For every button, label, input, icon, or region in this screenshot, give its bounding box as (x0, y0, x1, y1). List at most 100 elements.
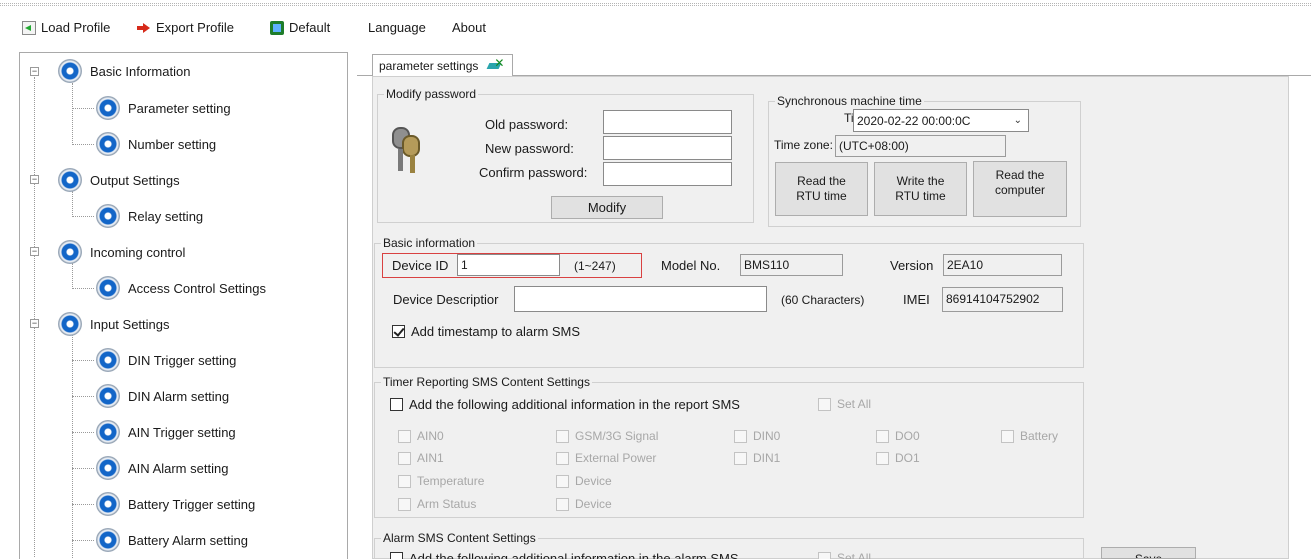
write-rtu-time-button[interactable]: Write the RTU time (874, 162, 967, 216)
tree-item-incoming-control[interactable]: Incoming control (58, 234, 185, 270)
tree-item-access-control-settings[interactable]: Access Control Settings (96, 270, 266, 306)
device-id-input[interactable]: 1 (457, 254, 560, 276)
tree-item-parameter-setting[interactable]: Parameter setting (96, 90, 231, 126)
tree-item-output-settings[interactable]: Output Settings (58, 162, 180, 198)
checkbox-icon (876, 429, 889, 443)
gear-icon (96, 384, 120, 408)
checkbox-icon (818, 551, 831, 559)
tree-collapse-icon[interactable]: − (30, 67, 39, 76)
model-label: Model No. (661, 258, 721, 273)
read-rtu-time-button[interactable]: Read the RTU time (775, 162, 868, 216)
tree-item-ain-alarm-setting[interactable]: AIN Alarm setting (96, 450, 228, 486)
load-profile-button[interactable]: Load Profile (22, 18, 110, 38)
option-checkbox: Temperature (398, 474, 484, 488)
tree-item-label: Access Control Settings (128, 280, 267, 296)
close-tab-icon[interactable] (486, 56, 506, 73)
checkbox-label: Add timestamp to alarm SMS (411, 324, 581, 339)
tree-collapse-icon[interactable]: − (30, 319, 39, 328)
tree-item-ain-trigger-setting[interactable]: AIN Trigger setting (96, 414, 236, 450)
checkbox-icon (734, 451, 747, 465)
option-checkbox: DIN1 (734, 451, 780, 465)
parameter-settings-panel: Modify password Old password: New passwo… (372, 76, 1289, 559)
language-menu[interactable]: Language (368, 18, 426, 38)
tree-item-label: Basic Information (90, 63, 191, 79)
time-value: 2020-02-22 00:00:0C (857, 113, 971, 128)
gear-icon (96, 456, 120, 480)
gear-icon (96, 492, 120, 516)
export-profile-button[interactable]: Export Profile (137, 18, 234, 38)
default-label: Default (289, 20, 331, 35)
checkbox-icon (876, 451, 889, 465)
version-field: 2EA10 (943, 254, 1062, 276)
tree-connector (72, 83, 73, 143)
keys-icon (388, 125, 426, 175)
tab-strip: parameter settings (357, 52, 1311, 77)
checkbox-icon (398, 429, 411, 443)
about-menu[interactable]: About (452, 18, 486, 38)
gear-icon (96, 528, 120, 552)
timestamp-checkbox[interactable]: Add timestamp to alarm SMS (392, 324, 580, 339)
device-description-input[interactable] (514, 286, 767, 312)
new-password-input[interactable] (603, 136, 732, 160)
gear-icon (96, 132, 120, 156)
default-button[interactable]: Default (270, 18, 330, 38)
tab-parameter-settings[interactable]: parameter settings (372, 54, 514, 77)
old-password-input[interactable] (603, 110, 732, 134)
alarm-sms-group: Alarm SMS Content Settings Add the follo… (374, 531, 1084, 559)
tree-connector (72, 216, 94, 217)
tree-item-battery-trigger-setting[interactable]: Battery Trigger setting (96, 486, 255, 522)
tree-collapse-icon[interactable]: − (30, 247, 39, 256)
device-id-range: (1~247) (574, 259, 616, 273)
modify-button[interactable]: Modify (551, 196, 663, 219)
gear-icon (96, 420, 120, 444)
option-checkbox: External Power (556, 451, 656, 465)
option-checkbox: AIN1 (398, 451, 444, 465)
toolbar-grip (0, 3, 1311, 6)
gear-icon (96, 348, 120, 372)
basic-information-group: Basic information Device ID 1 (1~247) Mo… (374, 236, 1084, 368)
tree-item-din-trigger-setting[interactable]: DIN Trigger setting (96, 342, 236, 378)
tree-item-label: Battery Trigger setting (128, 496, 256, 512)
new-password-label: New password: (485, 141, 574, 156)
tree-item-battery-alarm-setting[interactable]: Battery Alarm setting (96, 522, 248, 558)
tree-item-din-alarm-setting[interactable]: DIN Alarm setting (96, 378, 229, 414)
checkbox-label: Device (575, 497, 612, 511)
tree-item-label: Number setting (128, 136, 217, 152)
checkbox-icon (398, 497, 411, 511)
tree-item-input-settings[interactable]: Input Settings (58, 306, 170, 342)
imei-field: 86914104752902 (942, 287, 1063, 312)
time-picker[interactable]: 2020-02-22 00:00:0C ⌄ (853, 109, 1029, 132)
checkbox-icon (556, 451, 569, 465)
tree-item-number-setting[interactable]: Number setting (96, 126, 216, 162)
alarm-sms-add-checkbox[interactable]: Add the following additional information… (390, 551, 739, 559)
tree-connector (72, 360, 94, 361)
tree-connector (72, 335, 73, 559)
timer-sms-set-all: Set All (818, 397, 871, 411)
option-checkbox: AIN0 (398, 429, 444, 443)
tree-item-basic-information[interactable]: Basic Information (58, 53, 190, 89)
save-button[interactable]: Save (1101, 547, 1196, 559)
settings-tree[interactable]: − − − − Basic Information Parameter sett… (19, 52, 348, 559)
confirm-password-input[interactable] (603, 162, 732, 186)
checkbox-icon (1001, 429, 1014, 443)
gear-icon (96, 276, 120, 300)
tree-item-label: AIN Trigger setting (128, 424, 236, 440)
timezone-label: Time zone: (774, 138, 833, 152)
read-computer-time-button[interactable]: Read the computer (973, 161, 1067, 217)
checkbox-icon (556, 497, 569, 511)
option-checkbox: DO1 (876, 451, 920, 465)
checkbox-label: Device (575, 474, 612, 488)
gear-icon (58, 168, 82, 192)
button-label-line: Read the (797, 174, 846, 188)
checkbox-label: Set All (837, 397, 872, 411)
option-checkbox: Device (556, 474, 612, 488)
tree-collapse-icon[interactable]: − (30, 175, 39, 184)
tree-connector (72, 432, 94, 433)
group-legend: Modify password (384, 87, 479, 101)
tree-item-relay-setting[interactable]: Relay setting (96, 198, 203, 234)
option-checkbox: Device (556, 497, 612, 511)
timer-sms-add-checkbox[interactable]: Add the following additional information… (390, 397, 740, 412)
gear-icon (96, 96, 120, 120)
checkbox-label: DIN1 (753, 451, 781, 465)
group-legend: Synchronous machine time (775, 94, 924, 108)
